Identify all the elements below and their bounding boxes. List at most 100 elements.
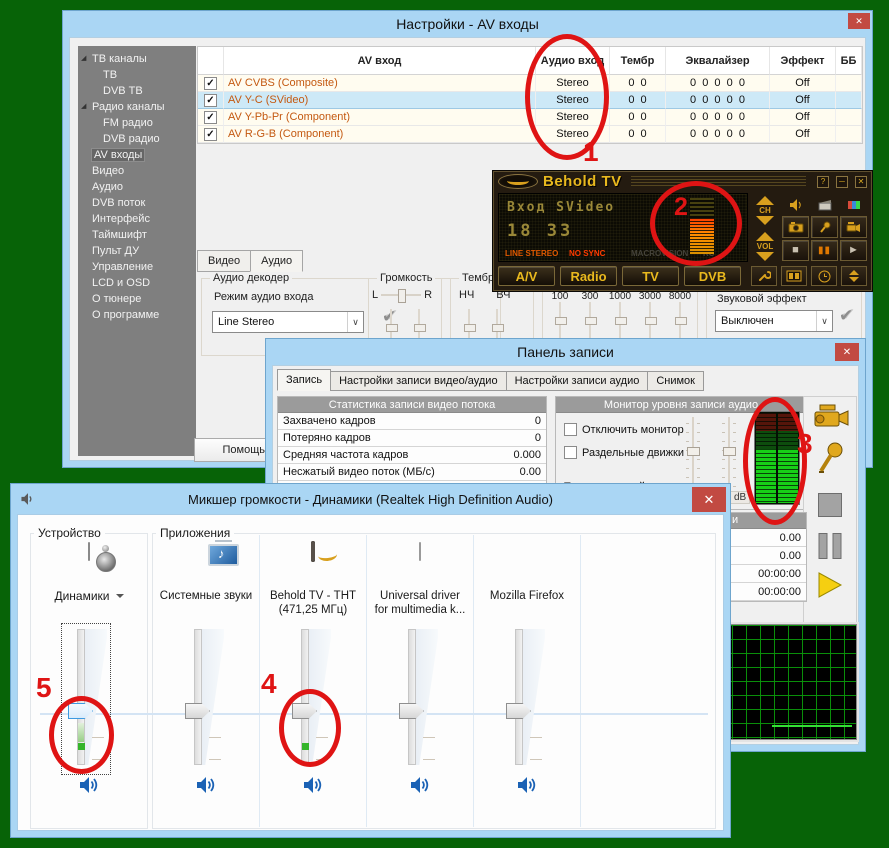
cell-av-input[interactable]: AV CVBS (Composite) bbox=[224, 75, 536, 92]
apply-button[interactable]: ✔ bbox=[839, 306, 853, 326]
play-button[interactable]: ► bbox=[840, 240, 867, 261]
sidebar-item-dvb-radio[interactable]: DVB радио bbox=[78, 131, 196, 147]
sidebar-item-audio[interactable]: Аудио bbox=[78, 179, 196, 195]
cell-bb[interactable] bbox=[836, 109, 862, 126]
disable-monitor-checkbox[interactable]: Отключить монитор bbox=[564, 423, 684, 436]
cell-tembr[interactable]: 0 0 bbox=[610, 75, 666, 92]
cell-equalizer[interactable]: 0 0 0 0 0 bbox=[666, 126, 770, 143]
minimode-button[interactable] bbox=[841, 266, 867, 286]
cell-equalizer[interactable]: 0 0 0 0 0 bbox=[666, 75, 770, 92]
sidebar-item-about-tuner[interactable]: О тюнере bbox=[78, 291, 196, 307]
row-checkbox[interactable]: ✓ bbox=[204, 77, 217, 90]
mute-button[interactable] bbox=[513, 773, 541, 797]
sidebar-item-tv[interactable]: ТВ bbox=[78, 67, 196, 83]
record-close-button[interactable]: ✕ bbox=[835, 343, 859, 361]
clapperboard-button[interactable] bbox=[811, 195, 838, 214]
sound-effect-select[interactable]: Выключен ∨ bbox=[715, 310, 833, 332]
record-audio-button[interactable] bbox=[815, 441, 845, 480]
tab-audio-settings[interactable]: Настройки записи аудио bbox=[506, 371, 649, 391]
radio-mode-button[interactable]: Radio bbox=[560, 266, 617, 286]
cell-av-input[interactable]: AV R-G-B (Component) bbox=[224, 126, 536, 143]
status-no-sync: NO SYNC bbox=[569, 249, 631, 258]
cell-tembr[interactable]: 0 0 bbox=[610, 126, 666, 143]
cell-effect[interactable]: Off bbox=[770, 92, 836, 109]
cell-effect[interactable]: Off bbox=[770, 126, 836, 143]
mute-button[interactable] bbox=[406, 773, 434, 797]
channel-down-button[interactable] bbox=[756, 216, 774, 225]
stop-button[interactable]: ■ bbox=[782, 240, 809, 261]
volume-slider[interactable] bbox=[396, 629, 444, 765]
cell-bb[interactable] bbox=[836, 126, 862, 143]
mixer-close-button[interactable]: ✕ bbox=[692, 487, 726, 512]
volume-down-button[interactable] bbox=[756, 252, 774, 261]
mute-button[interactable] bbox=[782, 195, 809, 214]
cell-bb[interactable] bbox=[836, 75, 862, 92]
column-header-equalizer: Эквалайзер bbox=[666, 47, 770, 75]
sidebar-item-lcd-osd[interactable]: LCD и OSD bbox=[78, 275, 196, 291]
pause-button[interactable] bbox=[819, 533, 842, 559]
cell-effect[interactable]: Off bbox=[770, 75, 836, 92]
sidebar-item-video[interactable]: Видео bbox=[78, 163, 196, 179]
av-mode-button[interactable]: A/V bbox=[498, 266, 555, 286]
settings-wrench-button[interactable] bbox=[751, 266, 777, 286]
cell-tembr[interactable]: 0 0 bbox=[610, 109, 666, 126]
volume-up-button[interactable] bbox=[756, 232, 774, 241]
sidebar-item-radio-channels[interactable]: ◢Радио каналы bbox=[78, 99, 196, 115]
sidebar-item-control[interactable]: Управление bbox=[78, 259, 196, 275]
sidebar-item-av-inputs[interactable]: AV входы bbox=[78, 147, 196, 163]
tab-audio[interactable]: Аудио bbox=[250, 250, 303, 272]
tab-snapshot[interactable]: Снимок bbox=[647, 371, 704, 391]
tv-mode-button[interactable]: TV bbox=[622, 266, 679, 286]
channel-up-button[interactable] bbox=[756, 196, 774, 205]
audio-input-mode-select[interactable]: Line Stereo ∨ bbox=[212, 311, 364, 333]
record-video-button[interactable] bbox=[808, 401, 852, 436]
sidebar-item-fm-radio[interactable]: FM радио bbox=[78, 115, 196, 131]
cell-effect[interactable]: Off bbox=[770, 109, 836, 126]
speaker-icon bbox=[20, 491, 36, 510]
colorbars-button[interactable] bbox=[840, 195, 867, 214]
record-video-button[interactable] bbox=[840, 216, 867, 237]
behold-help-button[interactable]: ? bbox=[817, 176, 829, 188]
cell-equalizer[interactable]: 0 0 0 0 0 bbox=[666, 92, 770, 109]
behold-close-button[interactable]: ✕ bbox=[855, 176, 867, 188]
sidebar-item-timeshift[interactable]: Таймшифт bbox=[78, 227, 196, 243]
sound-effect-label: Звуковой эффект bbox=[717, 293, 807, 305]
snapshot-button[interactable] bbox=[782, 216, 809, 237]
volume-slider[interactable] bbox=[503, 629, 551, 765]
sidebar-item-dvb-tv[interactable]: DVB ТВ bbox=[78, 83, 196, 99]
settings-close-button[interactable]: ✕ bbox=[848, 13, 870, 29]
stop-button[interactable] bbox=[818, 493, 842, 517]
tab-video-audio-settings[interactable]: Настройки записи видео/аудио bbox=[330, 371, 506, 391]
play-button[interactable] bbox=[817, 571, 843, 604]
tab-video[interactable]: Видео bbox=[197, 250, 251, 272]
balance-slider[interactable] bbox=[381, 289, 421, 301]
record-window-title: Панель записи bbox=[517, 344, 614, 360]
sidebar-item-dvb-stream[interactable]: DVB поток bbox=[78, 195, 196, 211]
cell-av-input[interactable]: AV Y-C (SVideo) bbox=[224, 92, 536, 109]
cell-bb[interactable] bbox=[836, 92, 862, 109]
recorder-button[interactable] bbox=[781, 266, 807, 286]
scheduler-button[interactable] bbox=[811, 266, 837, 286]
row-checkbox[interactable]: ✓ bbox=[204, 128, 217, 141]
cell-equalizer[interactable]: 0 0 0 0 0 bbox=[666, 109, 770, 126]
record-audio-button[interactable] bbox=[811, 216, 838, 237]
pause-button[interactable]: ▮▮ bbox=[811, 240, 838, 261]
mute-button[interactable] bbox=[192, 773, 220, 797]
mute-button[interactable] bbox=[75, 773, 103, 797]
cell-tembr[interactable]: 0 0 bbox=[610, 92, 666, 109]
behold-minimize-button[interactable]: ─ bbox=[836, 176, 848, 188]
cell-av-input[interactable]: AV Y-Pb-Pr (Component) bbox=[224, 109, 536, 126]
mute-button[interactable] bbox=[299, 773, 327, 797]
device-selector[interactable]: Динамики bbox=[37, 589, 141, 603]
separate-sliders-checkbox[interactable]: Раздельные движки bbox=[564, 446, 684, 459]
sidebar-item-interface[interactable]: Интерфейс bbox=[78, 211, 196, 227]
sidebar-item-about-program[interactable]: О программе bbox=[78, 307, 196, 323]
volume-slider[interactable] bbox=[182, 629, 230, 765]
sidebar-item-remote[interactable]: Пульт ДУ bbox=[78, 243, 196, 259]
row-checkbox[interactable]: ✓ bbox=[204, 94, 217, 107]
sidebar-item-tv-channels[interactable]: ◢ТВ каналы bbox=[78, 51, 196, 67]
tab-record[interactable]: Запись bbox=[277, 369, 331, 391]
dvb-mode-button[interactable]: DVB bbox=[684, 266, 741, 286]
row-checkbox[interactable]: ✓ bbox=[204, 111, 217, 124]
mixer-channel-speakers: Динамики bbox=[37, 533, 141, 831]
